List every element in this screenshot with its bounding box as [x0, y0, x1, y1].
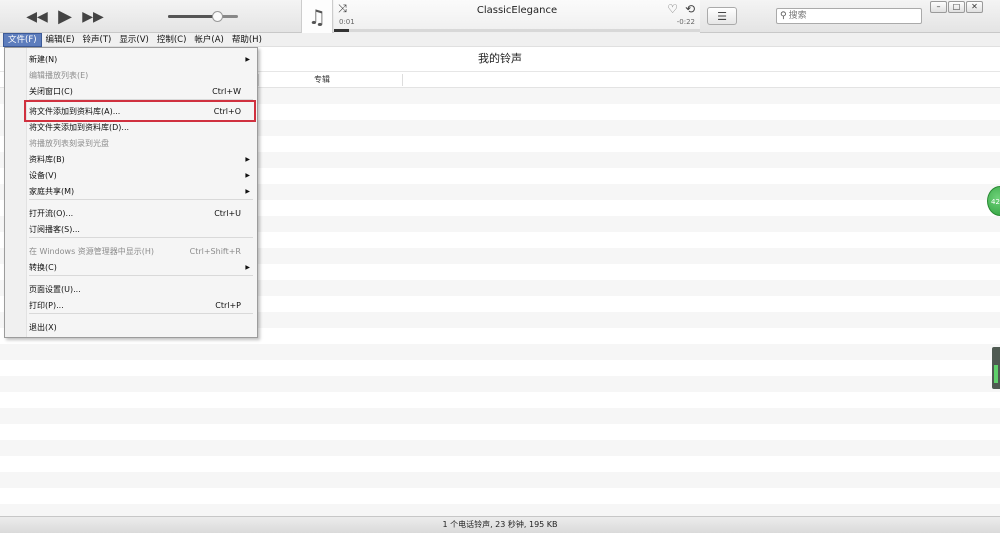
submenu-arrow-icon: ▶ — [245, 188, 250, 195]
list-view-button[interactable]: ☰ — [707, 7, 737, 25]
menu-item-shortcut: Ctrl+W — [212, 87, 241, 96]
file-menu-item[interactable]: 将播放列表刻录到光盘 — [7, 136, 255, 151]
file-menu-item[interactable]: 在 Windows 资源管理器中显示(H) Ctrl+Shift+R — [7, 244, 255, 259]
file-menu-dropdown: 新建(N) ▶ 编辑播放列表(E) 关闭窗口(C) Ctrl+W 将文件添加到资料库(A)… — [4, 47, 258, 338]
file-menu-item[interactable]: 打印(P)... Ctrl+P — [7, 298, 255, 313]
search-box[interactable]: ⚲ — [776, 8, 922, 24]
track-progress-fill — [334, 29, 349, 32]
menu-item-label: 在 Windows 资源管理器中显示(H) — [29, 247, 155, 256]
menu-item-label: 转换(C) — [29, 263, 57, 272]
menu-ringtones[interactable]: 铃声(T) — [79, 33, 116, 47]
menu-controls[interactable]: 控制(C) — [153, 33, 191, 47]
file-menu-item[interactable]: 编辑播放列表(E) — [7, 68, 255, 83]
list-icon: ☰ — [717, 9, 727, 23]
side-meter-widget[interactable] — [992, 347, 1000, 389]
menu-item-label: 退出(X) — [29, 323, 57, 332]
file-menu-item[interactable]: 关闭窗口(C) Ctrl+W — [7, 84, 255, 99]
elapsed-time: 0:01 — [339, 18, 355, 26]
track-title: ClassicElegance — [476, 5, 558, 16]
menu-separator — [29, 275, 253, 276]
now-playing-display: ⤨ ClassicElegance 0:01 -0:22 ♡ ⟲ — [334, 0, 700, 33]
file-menu-item[interactable]: 退出(X) — [7, 320, 255, 335]
menu-item-shortcut: Ctrl+P — [215, 301, 241, 310]
close-button[interactable]: ✕ — [966, 1, 983, 13]
file-menu-item[interactable]: 页面设置(U)... — [7, 282, 255, 297]
menu-item-label: 资料库(B) — [29, 155, 65, 164]
repeat-icon[interactable]: ⟲ — [685, 2, 695, 16]
submenu-arrow-icon: ▶ — [245, 156, 250, 163]
menu-item-shortcut: Ctrl+U — [214, 209, 241, 218]
menu-item-label: 将文件夹添加到资料库(D)... — [29, 123, 130, 132]
music-note-icon[interactable]: ♫ — [301, 0, 333, 33]
menu-help[interactable]: 帮助(H) — [228, 33, 266, 47]
submenu-arrow-icon: ▶ — [245, 56, 250, 63]
status-bar: 1 个电话铃声, 23 秒钟, 195 KB — [0, 516, 1000, 533]
previous-track-button[interactable]: ◀◀ — [26, 8, 48, 25]
menu-separator — [29, 199, 253, 200]
file-menu-item[interactable]: 新建(N) ▶ — [7, 52, 255, 67]
menu-item-label: 新建(N) — [29, 55, 58, 64]
menu-account[interactable]: 帐户(A) — [190, 33, 227, 47]
player-toolbar: ◀◀ ▶ ▶▶ ♫ ⤨ ClassicElegance 0:01 -0:22 ♡… — [0, 0, 1000, 33]
search-input[interactable] — [788, 9, 909, 23]
menu-separator — [29, 237, 253, 238]
highlight-annotation-box — [24, 100, 256, 122]
file-menu-item[interactable]: 将文件夹添加到资料库(D)... — [7, 120, 255, 135]
menu-item-label: 打印(P)... — [29, 301, 64, 310]
search-icon: ⚲ — [780, 11, 787, 21]
volume-slider-knob[interactable] — [212, 11, 223, 22]
remaining-time: -0:22 — [676, 18, 695, 26]
play-button[interactable]: ▶ — [54, 6, 76, 27]
menu-separator — [29, 313, 253, 314]
menu-file[interactable]: 文件(F) — [3, 32, 42, 47]
menu-item-label: 页面设置(U)... — [29, 285, 81, 294]
submenu-arrow-icon: ▶ — [245, 172, 250, 179]
file-menu-item[interactable]: 设备(V) ▶ — [7, 168, 255, 183]
file-menu-item[interactable]: 订阅播客(S)... — [7, 222, 255, 237]
menu-edit[interactable]: 编辑(E) — [42, 33, 79, 47]
next-track-button[interactable]: ▶▶ — [82, 8, 104, 25]
menu-item-shortcut: Ctrl+Shift+R — [189, 247, 241, 256]
menu-item-label: 设备(V) — [29, 171, 57, 180]
column-separator[interactable] — [402, 74, 403, 86]
volume-slider[interactable] — [168, 11, 238, 22]
submenu-arrow-icon: ▶ — [245, 264, 250, 271]
menu-item-label: 关闭窗口(C) — [29, 87, 73, 96]
menu-item-label: 家庭共享(M) — [29, 187, 75, 196]
menu-view[interactable]: 显示(V) — [115, 33, 152, 47]
menu-item-label: 编辑播放列表(E) — [29, 71, 89, 80]
file-menu-item[interactable]: 家庭共享(M) ▶ — [7, 184, 255, 199]
column-header-album[interactable]: 专辑 — [314, 72, 330, 88]
file-menu-item[interactable]: 资料库(B) ▶ — [7, 152, 255, 167]
volume-level-fill — [168, 15, 217, 18]
track-progress-bar[interactable] — [334, 29, 700, 32]
maximize-button[interactable]: □ — [948, 1, 965, 13]
menu-item-label: 打开流(O)... — [29, 209, 74, 218]
heart-icon[interactable]: ♡ — [667, 2, 678, 16]
minimize-button[interactable]: – — [930, 1, 947, 13]
menu-item-label: 将播放列表刻录到光盘 — [29, 139, 109, 148]
menu-bar: 文件(F) 编辑(E) 铃声(T) 显示(V) 控制(C) 帐户(A) 帮助(H… — [0, 32, 1000, 47]
file-menu-item[interactable]: 打开流(O)... Ctrl+U — [7, 206, 255, 221]
file-menu-item[interactable]: 转换(C) ▶ — [7, 260, 255, 275]
column-separator[interactable] — [258, 74, 259, 86]
menu-item-label: 订阅播客(S)... — [29, 225, 80, 234]
